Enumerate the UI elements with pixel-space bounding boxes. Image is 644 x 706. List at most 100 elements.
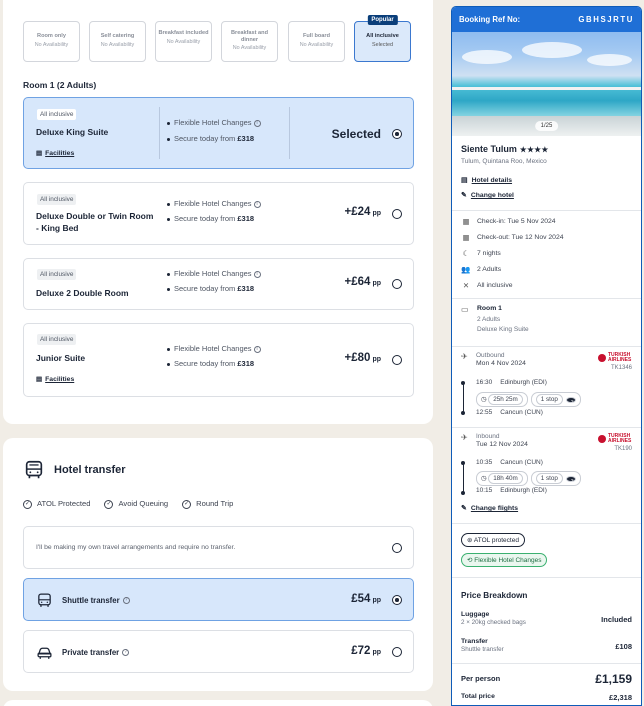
feature-label: Secure today from [174, 359, 236, 368]
change-flights-link[interactable]: ✎ Change flights [461, 504, 518, 512]
transfer-radio[interactable] [392, 543, 402, 553]
stops-text: 1 stop [535, 473, 563, 484]
transfer-feature: ✓ ATOL Protected [23, 499, 90, 509]
info-icon[interactable]: i [253, 270, 261, 278]
board-option-room-only[interactable]: Room only No Availability [23, 21, 80, 62]
popular-badge: Popular [367, 15, 398, 25]
plane-icon: ✈ [461, 433, 468, 442]
price-value: £72 [351, 645, 371, 657]
board-text: All inclusive [477, 282, 513, 289]
divider [452, 523, 641, 524]
check-icon: ✓ [23, 499, 32, 509]
link-label: Hotel details [471, 177, 513, 184]
feature-label: Secure today from [174, 214, 236, 223]
board-option-all-inclusive[interactable]: Popular All inclusive Selected [354, 15, 411, 62]
info-icon[interactable]: i [253, 119, 261, 127]
price-row-label: Transfer [461, 638, 488, 645]
stops-pill[interactable]: 1 stop? [530, 471, 581, 486]
airline-logo: TURKISH AIRLINES [598, 353, 632, 363]
room-name: Deluxe Double or Twin Room - King Bed [36, 211, 154, 233]
transfer-radio[interactable] [392, 595, 402, 605]
arrival-time: 10:15 [476, 487, 493, 494]
airline-logo-icon [598, 354, 606, 362]
board-option-title: Breakfast included [158, 30, 209, 36]
facilities-link[interactable]: ▤ Facilities [36, 149, 74, 157]
feature-label: Secure today from [174, 134, 236, 143]
price-row-total: Total price £2,318 [461, 693, 632, 702]
board-option-status: No Availability [166, 38, 201, 45]
feature-secure: Secure today from £318 [167, 214, 254, 223]
room-option-deluxe-double[interactable]: All inclusive Deluxe Double or Twin Room… [23, 182, 414, 245]
flight-code: TK190 [614, 446, 632, 452]
room-selection-card: Room only No Availability Self catering … [3, 0, 433, 424]
photo-pager: 1/25 [534, 121, 559, 131]
facilities-icon: ▤ [36, 150, 43, 157]
board-option-breakfast[interactable]: Breakfast included No Availability [155, 21, 212, 62]
room-price: +£64 pp [345, 276, 381, 288]
change-hotel-link[interactable]: ✎ Change hotel [461, 191, 514, 199]
outbound-departure: 16:30 Edinburgh (EDI) [476, 379, 547, 386]
transfer-price: £72 pp [351, 645, 381, 657]
divider [452, 427, 641, 428]
board-option-full-board[interactable]: Full board No Availability [288, 21, 345, 62]
price-value: £54 [351, 593, 371, 605]
check-icon: ✓ [104, 499, 114, 509]
board-badge: All inclusive [37, 194, 77, 205]
arrival-airport: Cancun (CUN) [500, 409, 543, 416]
price-unit: pp [372, 280, 381, 287]
divider [289, 107, 290, 159]
room-option-deluxe-2-double[interactable]: All inclusive Deluxe 2 Double Room Flexi… [23, 258, 414, 310]
room-radio[interactable] [392, 279, 402, 289]
room-title: Room 1 [477, 305, 502, 312]
transfer-option-shuttle[interactable]: Shuttle transfer? £54 pp [23, 578, 414, 621]
stops-pill[interactable]: 1 stop? [530, 392, 581, 407]
feature-label: Flexible Hotel Changes [174, 344, 252, 353]
room-radio[interactable] [392, 129, 402, 139]
room-radio[interactable] [392, 355, 402, 365]
board-option-status: Selected [372, 41, 393, 48]
flight-code: TK1346 [610, 365, 632, 371]
calendar-icon: ▦ [462, 233, 470, 242]
room-heading: Room 1 (2 Adults) [23, 80, 97, 90]
hotel-details-link[interactable]: ▤ Hotel details [461, 176, 512, 184]
board-option-breakfast-dinner[interactable]: Breakfast and dinner No Availability [221, 21, 278, 62]
info-icon[interactable]: ? [122, 597, 130, 605]
hotel-transfer-card: Hotel transfer ✓ ATOL Protected ✓ Avoid Qu… [3, 438, 433, 691]
timeline-dot [461, 381, 465, 385]
transfer-name: Shuttle transfer? [62, 596, 130, 605]
facilities-link[interactable]: ▤ Facilities [36, 375, 74, 383]
people-icon: 👥 [461, 265, 471, 274]
transfer-option-private[interactable]: Private transfer? £72 pp [23, 630, 414, 673]
room-option-deluxe-king-suite[interactable]: All inclusive Deluxe King Suite ▤ Facilit… [23, 97, 414, 169]
board-option-status: No Availability [299, 41, 334, 48]
booking-ref-header: Booking Ref No: GBHSJRTU [452, 7, 641, 32]
board-option-title: Room only [37, 33, 66, 39]
feature-label: Round Trip [196, 499, 234, 508]
nights-text: 7 nights [477, 250, 501, 257]
bed-icon: ▭ [461, 305, 469, 314]
board-option-status: No Availability [100, 41, 135, 48]
hotel-photo[interactable]: 1/25 [452, 32, 641, 136]
airline-logo: TURKISH AIRLINES [598, 434, 632, 444]
transfer-option-none[interactable]: I'll be making my own travel arrangement… [23, 526, 414, 569]
room-option-junior-suite[interactable]: All inclusive Junior Suite ▤ Facilities F… [23, 323, 414, 397]
price-row-per-person: Per person £1,159 [461, 672, 632, 686]
info-icon[interactable]: i [253, 200, 261, 208]
info-icon[interactable]: ? [122, 649, 130, 657]
room-summary: ▭ Room 1 2 Adults Deluxe King Suite [461, 305, 529, 335]
link-label: Change flights [470, 505, 519, 512]
booking-summary-panel: Booking Ref No: GBHSJRTU 1/25 Siente Tul… [451, 6, 642, 706]
transfer-radio[interactable] [392, 647, 402, 657]
feature-price: £318 [237, 284, 255, 293]
info-icon[interactable]: i [253, 345, 261, 353]
board-option-self-catering[interactable]: Self catering No Availability [89, 21, 146, 62]
transfer-features: ✓ ATOL Protected ✓ Avoid Queuing ✓ Round Tr… [23, 499, 233, 509]
flight-timeline [463, 463, 464, 493]
room-radio[interactable] [392, 209, 402, 219]
board-option-title: All inclusive [366, 33, 399, 39]
adults-row: 👥 2 Adults [461, 265, 501, 274]
inbound-arrival: 10:15 Edinburgh (EDI) [476, 487, 547, 494]
total-price: £2,318 [609, 693, 632, 702]
outbound-airline: TURKISH AIRLINES TK1346 [598, 353, 632, 371]
board-option-status: No Availability [232, 45, 267, 51]
